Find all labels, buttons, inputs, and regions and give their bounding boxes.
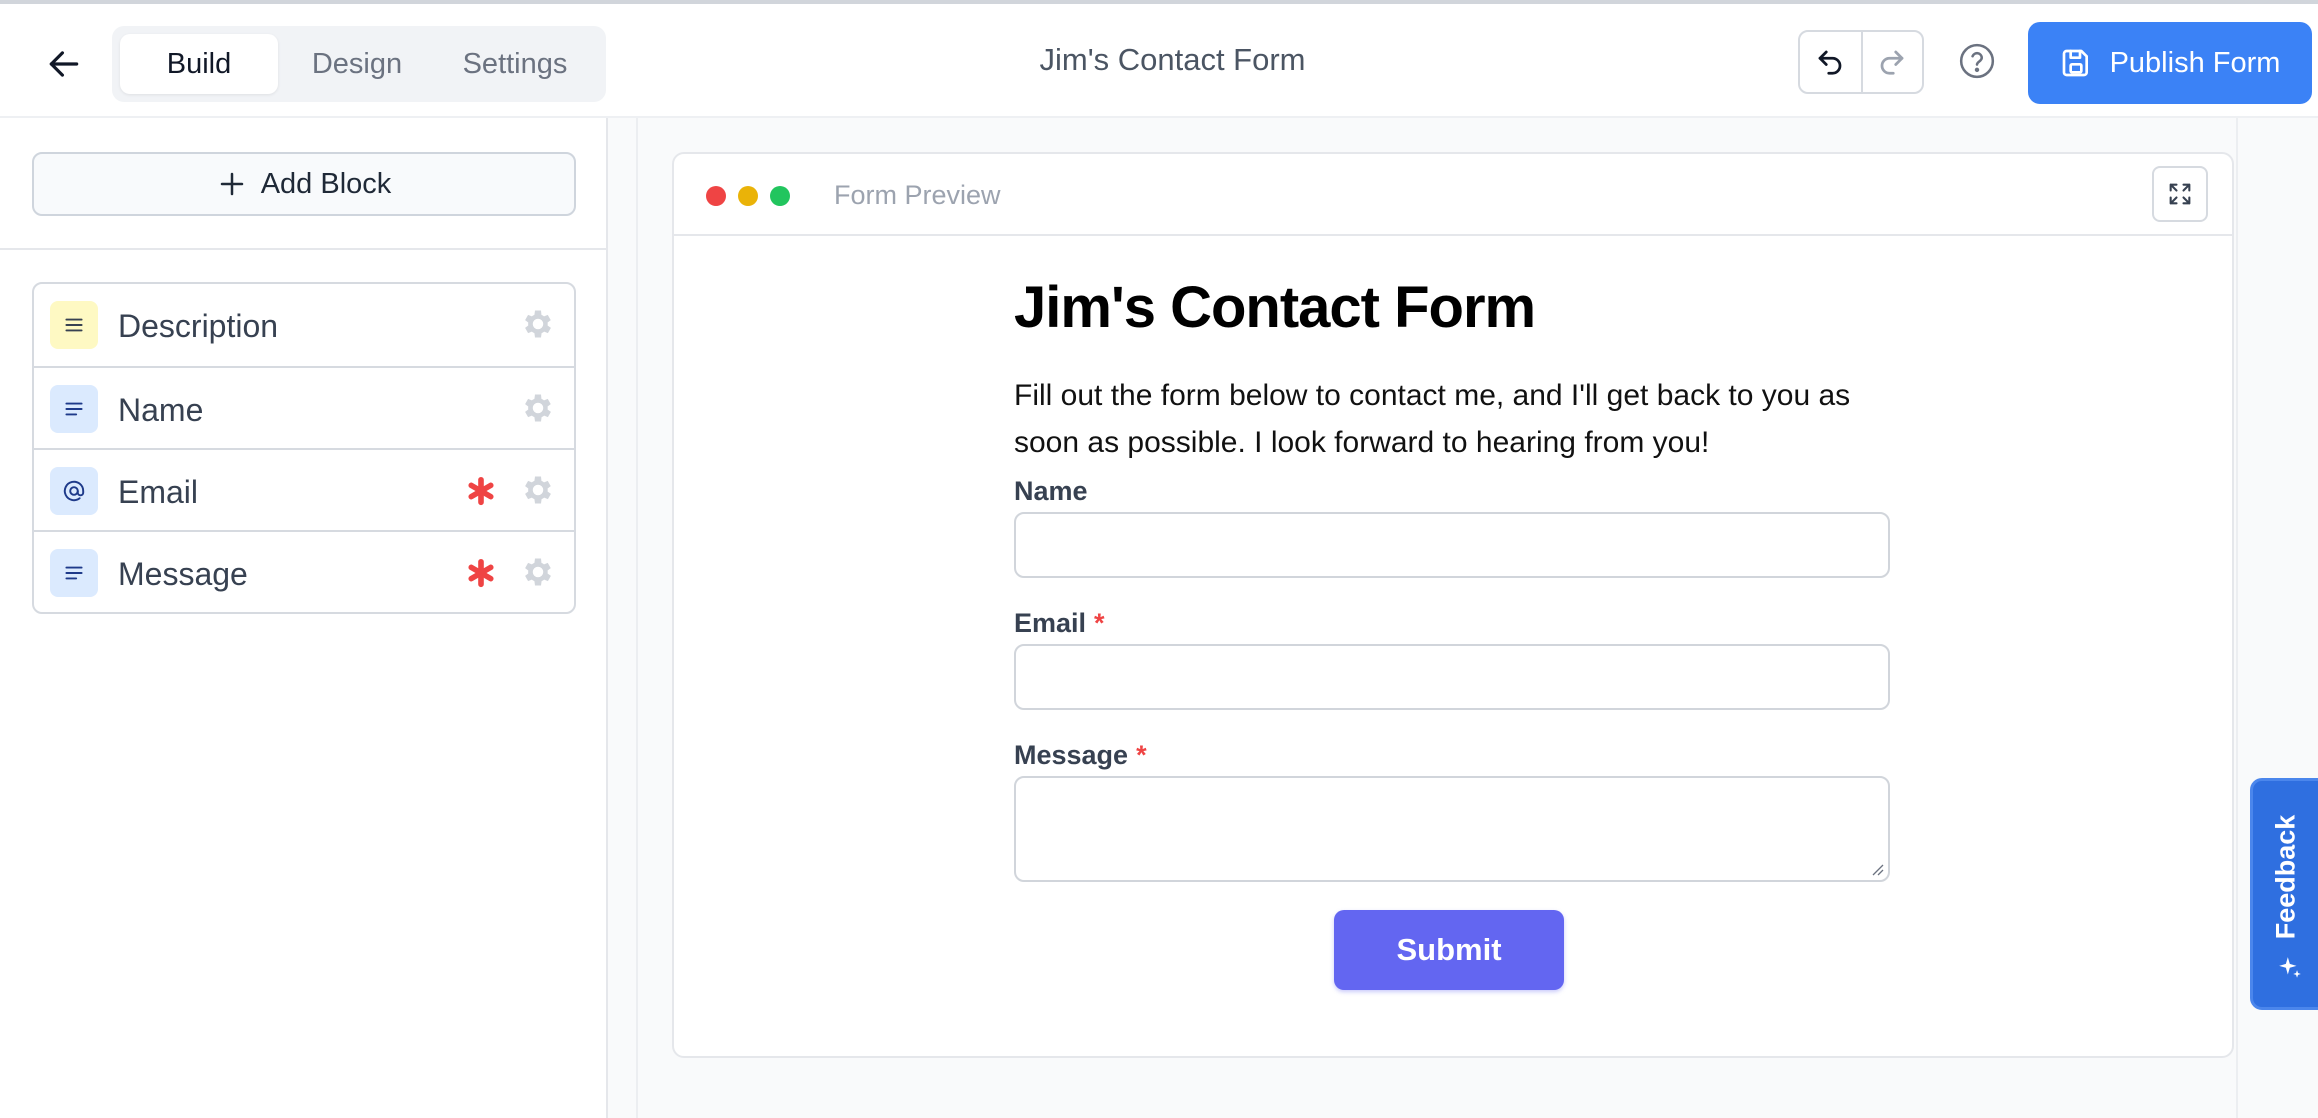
- canvas-divider: [2236, 118, 2238, 1118]
- tab-design[interactable]: Design: [278, 34, 436, 94]
- preview-header-label: Form Preview: [834, 180, 1001, 210]
- block-item-message[interactable]: Message: [34, 530, 574, 612]
- text-short-icon: [50, 549, 98, 597]
- required-marker: *: [1136, 740, 1147, 770]
- feedback-tab[interactable]: Feedback: [2250, 778, 2318, 1010]
- tab-settings[interactable]: Settings: [436, 34, 594, 94]
- undo-icon: [1819, 50, 1842, 75]
- publish-form-label: Publish Form: [2109, 46, 2281, 79]
- required-asterisk-icon: [468, 476, 494, 506]
- plus-icon: [220, 172, 243, 196]
- save-icon: [2062, 49, 2088, 77]
- required-marker: *: [1094, 608, 1105, 638]
- undo-button[interactable]: [1800, 32, 1861, 92]
- window-minimize-dot: [738, 186, 758, 206]
- redo-icon: [1881, 50, 1904, 75]
- form-title: Jim's Contact Form: [1039, 42, 1306, 77]
- feedback-label: Feedback: [2270, 814, 2301, 940]
- message-field-label: Message *: [1014, 740, 1147, 770]
- block-list: Description Name Email Message: [32, 282, 576, 614]
- gear-icon[interactable]: [520, 390, 556, 426]
- help-button[interactable]: [1952, 36, 2002, 86]
- submit-button[interactable]: Submit: [1334, 910, 1564, 990]
- window-maximize-dot: [770, 186, 790, 206]
- block-item-name[interactable]: Name: [34, 366, 574, 448]
- email-input[interactable]: [1014, 644, 1890, 710]
- preview-form-title: Jim's Contact Form: [1014, 275, 1536, 340]
- gear-icon[interactable]: [520, 472, 556, 508]
- editor-tabs: Build Design Settings: [112, 26, 606, 102]
- block-label: Message: [118, 556, 248, 592]
- at-sign-icon: [50, 467, 98, 515]
- name-input[interactable]: [1014, 512, 1890, 578]
- tab-build[interactable]: Build: [120, 34, 278, 94]
- publish-form-button[interactable]: Publish Form: [2028, 22, 2312, 104]
- arrow-left-icon: [49, 51, 79, 77]
- back-button[interactable]: [36, 36, 92, 92]
- text-lines-icon: [50, 301, 98, 349]
- blocks-sidebar: Add Block Description Name Email Message: [0, 118, 608, 1118]
- fullscreen-button[interactable]: [2152, 166, 2208, 222]
- form-preview-window: Form Preview Jim's Contact Form Fill out…: [672, 152, 2234, 1058]
- resize-handle-icon[interactable]: [1870, 862, 1884, 876]
- undo-redo-group: [1798, 30, 1924, 94]
- window-close-dot: [706, 186, 726, 206]
- name-field-label: Name: [1014, 476, 1088, 506]
- add-block-label: Add Block: [260, 167, 392, 200]
- required-asterisk-icon: [468, 558, 494, 588]
- gear-icon[interactable]: [520, 554, 556, 590]
- canvas-divider: [636, 118, 638, 1118]
- sparkle-icon: [2279, 957, 2301, 978]
- block-label: Description: [118, 308, 279, 344]
- add-block-button[interactable]: Add Block: [32, 152, 576, 216]
- preview-form-description: Fill out the form below to contact me, a…: [1014, 379, 1851, 459]
- preview-header: Form Preview: [674, 154, 2232, 236]
- redo-button[interactable]: [1860, 32, 1922, 92]
- email-field-label: Email *: [1014, 608, 1105, 638]
- text-short-icon: [50, 385, 98, 433]
- sidebar-divider: [0, 248, 606, 250]
- preview-canvas: Form Preview Jim's Contact Form Fill out…: [608, 118, 2318, 1118]
- message-textarea[interactable]: [1014, 776, 1890, 882]
- question-circle-icon: [1959, 43, 1995, 79]
- block-label: Email: [118, 474, 199, 510]
- block-item-email[interactable]: Email: [34, 448, 574, 530]
- block-label: Name: [118, 392, 204, 428]
- gear-icon[interactable]: [520, 306, 556, 342]
- expand-icon: [2169, 183, 2191, 205]
- top-bar: Build Design Settings Jim's Contact Form…: [0, 4, 2318, 118]
- block-item-description[interactable]: Description: [34, 284, 574, 366]
